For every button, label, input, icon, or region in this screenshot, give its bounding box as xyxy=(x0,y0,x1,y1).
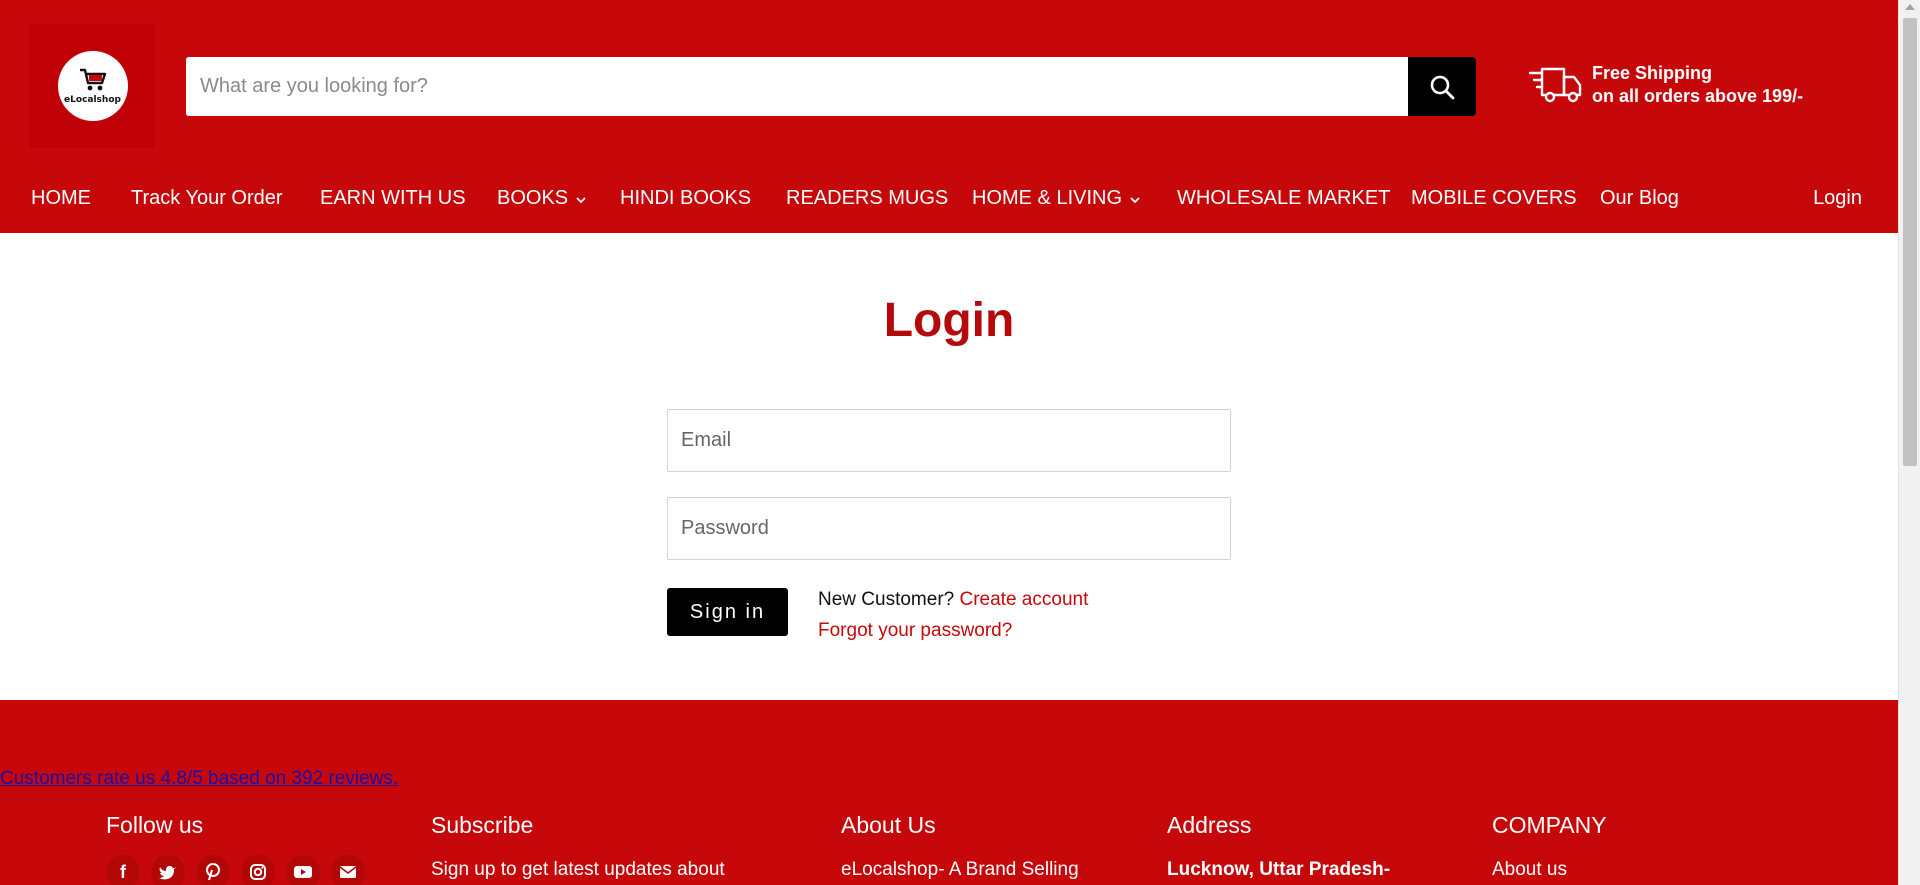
email-field[interactable] xyxy=(667,409,1231,472)
instagram-icon[interactable] xyxy=(241,855,275,885)
nav-item-earn-with-us[interactable]: EARN WITH US xyxy=(320,178,466,218)
free-shipping-promo: Free Shipping on all orders above 199/- xyxy=(1528,62,1803,108)
nav-item-books[interactable]: BOOKS xyxy=(497,178,586,218)
footer-company-column: COMPANY About us xyxy=(1492,812,1607,881)
search-input[interactable] xyxy=(186,57,1407,116)
logo-link[interactable]: eLocalshop xyxy=(30,24,155,148)
social-links: f xyxy=(106,855,376,885)
footer-subscribe-column: Subscribe Sign up to get latest updates … xyxy=(431,812,725,881)
nav-item-label: Track Your Order xyxy=(131,186,283,209)
logo: eLocalshop xyxy=(57,51,128,121)
scrollbar-thumb[interactable] xyxy=(1903,18,1917,466)
create-account-link[interactable]: Create account xyxy=(960,589,1089,610)
twitter-icon[interactable] xyxy=(151,855,185,885)
footer-address-column: Address Lucknow, Uttar Pradesh- xyxy=(1167,812,1390,881)
shipping-text: Free Shipping on all orders above 199/- xyxy=(1592,62,1803,108)
subscribe-text: Sign up to get latest updates about xyxy=(431,859,725,880)
chevron-down-icon xyxy=(576,196,586,203)
shipping-line-2: on all orders above 199/- xyxy=(1592,86,1804,106)
nav-item-label: MOBILE COVERS xyxy=(1411,186,1577,209)
footer-about-column: About Us eLocalshop- A Brand Selling xyxy=(841,812,1079,881)
reviews-rating-link[interactable]: Customers rate us 4.8/5 based on 392 rev… xyxy=(0,768,398,790)
email-icon[interactable] xyxy=(331,855,365,885)
delivery-truck-icon xyxy=(1528,67,1582,103)
forgot-password-link[interactable]: Forgot your password? xyxy=(818,620,1012,641)
account-links: New Customer? Create account Forgot your… xyxy=(818,584,1088,646)
password-field[interactable] xyxy=(667,497,1231,560)
nav-item-readers-mugs[interactable]: READERS MUGS xyxy=(786,178,948,218)
nav-item-our-blog[interactable]: Our Blog xyxy=(1600,178,1679,218)
nav-item-label: READERS MUGS xyxy=(786,186,949,209)
sign-in-button[interactable]: Sign in xyxy=(667,588,788,636)
footer-follow-column: Follow us f xyxy=(106,812,376,885)
site-footer: Customers rate us 4.8/5 based on 392 rev… xyxy=(0,700,1898,885)
nav-item-hindi-books[interactable]: HINDI BOOKS xyxy=(620,178,751,218)
nav-item-mobile-covers[interactable]: MOBILE COVERS xyxy=(1411,178,1577,218)
nav-item-label: Our Blog xyxy=(1600,186,1679,209)
shipping-line-1: Free Shipping xyxy=(1592,63,1713,83)
nav-item-label: BOOKS xyxy=(497,186,569,209)
login-section: Login Sign in New Customer? Create accou… xyxy=(0,233,1898,700)
about-text: eLocalshop- A Brand Selling xyxy=(841,859,1079,880)
new-customer-row: New Customer? Create account xyxy=(818,584,1088,615)
search-bar xyxy=(186,57,1476,116)
nav-item-wholesale-market[interactable]: WHOLESALE MARKET xyxy=(1177,178,1390,218)
page: eLocalshop Free Sh xyxy=(0,0,1898,885)
nav-item-home[interactable]: HOME xyxy=(31,178,91,218)
vertical-scrollbar[interactable] xyxy=(1898,0,1920,885)
company-heading: COMPANY xyxy=(1492,812,1607,838)
address-heading: Address xyxy=(1167,812,1252,838)
forgot-password-row: Forgot your password? xyxy=(818,615,1088,646)
header-login-link[interactable]: Login xyxy=(1813,178,1862,218)
pinterest-icon[interactable] xyxy=(196,855,230,885)
facebook-icon[interactable]: f xyxy=(106,855,140,885)
nav-item-track-order[interactable]: Track Your Order xyxy=(131,178,283,218)
nav-item-label: EARN WITH US xyxy=(320,186,466,209)
nav-item-home-living[interactable]: HOME & LIVING xyxy=(972,178,1140,218)
address-text: Lucknow, Uttar Pradesh- xyxy=(1167,859,1391,880)
shopping-cart-icon xyxy=(79,68,106,91)
page-title: Login xyxy=(883,294,1015,347)
nav-item-label: HOME xyxy=(31,186,91,209)
chevron-down-icon xyxy=(1130,196,1140,203)
search-button[interactable] xyxy=(1408,57,1476,116)
new-customer-text: New Customer? xyxy=(818,589,955,610)
about-heading: About Us xyxy=(841,812,936,838)
logo-text: eLocalshop xyxy=(64,95,121,105)
main-nav: HOME Track Your Order EARN WITH US BOOKS… xyxy=(0,178,1898,218)
youtube-icon[interactable] xyxy=(286,855,320,885)
search-icon xyxy=(1430,75,1455,99)
nav-item-label: HOME & LIVING xyxy=(972,186,1123,209)
follow-heading: Follow us xyxy=(106,812,204,838)
about-us-link[interactable]: About us xyxy=(1492,859,1607,881)
scroll-up-arrow-icon[interactable] xyxy=(1905,4,1915,10)
site-header: eLocalshop Free Sh xyxy=(0,0,1898,233)
subscribe-heading: Subscribe xyxy=(431,812,534,838)
nav-item-label: WHOLESALE MARKET xyxy=(1177,186,1391,209)
nav-item-label: HINDI BOOKS xyxy=(620,186,752,209)
